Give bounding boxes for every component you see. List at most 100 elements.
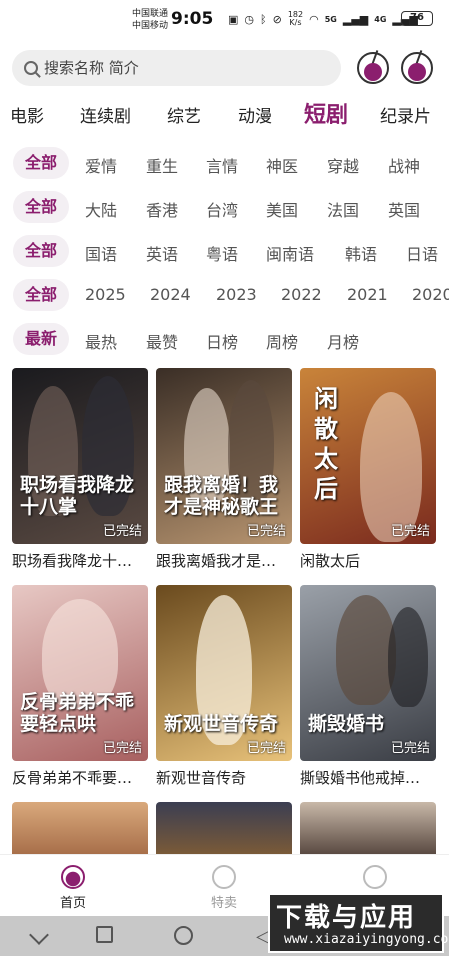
sort-item[interactable]: 最赞 xyxy=(146,329,178,353)
mute-icon: ⊘ xyxy=(272,12,282,26)
filter-year-item[interactable]: 2022 xyxy=(281,285,322,304)
nfc-icon: ▣ xyxy=(228,12,239,26)
system-home-icon[interactable] xyxy=(174,926,193,945)
drama-card[interactable]: 职场看我降龙十八掌 已完结 职场看我降龙十… xyxy=(12,368,148,571)
tab-movie[interactable]: 电影 xyxy=(10,102,44,127)
filter-year-item[interactable]: 2021 xyxy=(347,285,388,304)
card-title[interactable]: 闲散太后 xyxy=(300,550,436,571)
watermark-url: www.xiazaiyingyong.com xyxy=(284,932,449,947)
filter-type-item[interactable]: 言情 xyxy=(206,153,238,177)
nav-sale[interactable]: 特卖 xyxy=(194,865,254,911)
sort-latest[interactable]: 最新 xyxy=(13,323,70,355)
filter-language-item[interactable]: 国语 xyxy=(85,241,117,265)
recent-watch-icon[interactable] xyxy=(401,50,433,84)
filter-region-all[interactable]: 全部 xyxy=(13,191,70,223)
status-badge: 已完结 xyxy=(102,741,142,756)
sort-item[interactable]: 日榜 xyxy=(206,329,238,353)
card-title[interactable]: 撕毁婚书他戒掉… xyxy=(300,767,436,788)
filter-year-item[interactable]: 2020 xyxy=(412,285,449,304)
network-speed: 182 K/s xyxy=(287,10,304,27)
tab-documentary[interactable]: 纪录片 xyxy=(380,102,431,127)
poster-image-partial[interactable] xyxy=(300,802,436,854)
poster-image[interactable]: 撕毁婚书 已完结 xyxy=(300,585,436,761)
drama-card[interactable]: 闲散太后 已完结 闲散太后 xyxy=(300,368,436,571)
carrier-info: 中国联通 中国移动 xyxy=(132,8,168,32)
history-icon[interactable] xyxy=(357,50,389,84)
system-recents-icon[interactable] xyxy=(96,926,113,943)
filter-row-year: 全部 2025 2024 2023 2022 2021 2020 xyxy=(0,278,449,312)
status-badge: 已完结 xyxy=(246,524,286,539)
search-bar[interactable] xyxy=(12,50,341,86)
poster-image[interactable]: 跟我离婚！我才是神秘歌王 已完结 xyxy=(156,368,292,544)
status-bar: 中国联通 中国移动 9:05 ▣ ◷ ᛒ ⊘ 182 K/s ◠ 5G ▂▄▆ … xyxy=(0,0,449,38)
clock: 9:05 xyxy=(171,9,214,29)
filter-year-item[interactable]: 2025 xyxy=(85,285,126,304)
filter-language-item[interactable]: 粤语 xyxy=(206,241,238,265)
filter-year-item[interactable]: 2023 xyxy=(216,285,257,304)
poster-title: 跟我离婚！我才是神秘歌王 xyxy=(164,474,279,518)
filter-type-item[interactable]: 神医 xyxy=(266,153,298,177)
drama-card[interactable]: 撕毁婚书 已完结 撕毁婚书他戒掉… xyxy=(300,585,436,788)
nav-home-label: 首页 xyxy=(59,896,86,911)
status-badge: 已完结 xyxy=(102,524,142,539)
home-icon xyxy=(61,865,85,889)
filter-language-item[interactable]: 日语 xyxy=(406,241,438,265)
filter-year-item[interactable]: 2024 xyxy=(150,285,191,304)
system-back-icon[interactable] xyxy=(29,925,49,945)
filter-region-item[interactable]: 台湾 xyxy=(206,197,238,221)
filter-region-item[interactable]: 法国 xyxy=(327,197,359,221)
filter-region-item[interactable]: 大陆 xyxy=(85,197,117,221)
filter-type-all[interactable]: 全部 xyxy=(13,147,70,179)
drama-card[interactable]: 跟我离婚！我才是神秘歌王 已完结 跟我离婚我才是… xyxy=(156,368,292,571)
tab-series[interactable]: 连续剧 xyxy=(80,102,131,127)
sort-item[interactable]: 最热 xyxy=(85,329,117,353)
card-title[interactable]: 职场看我降龙十… xyxy=(12,550,148,571)
poster-image-partial[interactable] xyxy=(156,802,292,854)
poster-image[interactable]: 反骨弟弟不乖要轻点哄 已完结 xyxy=(12,585,148,761)
filter-language-item[interactable]: 闽南语 xyxy=(266,241,314,265)
signal-4g: 4G xyxy=(374,14,387,24)
watermark-logo: 下载与应用 www.xiazaiyingyong.com xyxy=(268,893,449,953)
filter-region-item[interactable]: 美国 xyxy=(266,197,298,221)
filter-row-region: 全部 大陆 香港 台湾 美国 法国 英国 xyxy=(0,190,449,224)
status-badge: 已完结 xyxy=(246,741,286,756)
filter-language-item[interactable]: 英语 xyxy=(146,241,178,265)
tab-variety[interactable]: 综艺 xyxy=(167,102,201,127)
card-title[interactable]: 跟我离婚我才是… xyxy=(156,550,292,571)
poster-image[interactable]: 新观世音传奇 已完结 xyxy=(156,585,292,761)
card-title[interactable]: 反骨弟弟不乖要… xyxy=(12,767,148,788)
poster-image[interactable]: 职场看我降龙十八掌 已完结 xyxy=(12,368,148,544)
filter-language-item[interactable]: 韩语 xyxy=(345,241,377,265)
filter-type-item[interactable]: 爱情 xyxy=(85,153,117,177)
filter-language-all[interactable]: 全部 xyxy=(13,235,70,267)
filter-region-item[interactable]: 香港 xyxy=(146,197,178,221)
drama-card[interactable]: 反骨弟弟不乖要轻点哄 已完结 反骨弟弟不乖要… xyxy=(12,585,148,788)
drama-card[interactable]: 新观世音传奇 已完结 新观世音传奇 xyxy=(156,585,292,788)
card-title[interactable]: 新观世音传奇 xyxy=(156,767,292,788)
filter-row-language: 全部 国语 英语 粤语 闽南语 韩语 日语 xyxy=(0,234,449,268)
poster-title: 闲散太后 xyxy=(314,384,338,503)
signal-bars-icon: ▂▄▆ xyxy=(342,12,369,26)
filter-type-item[interactable]: 重生 xyxy=(146,153,178,177)
status-badge: 已完结 xyxy=(390,524,430,539)
poster-image[interactable]: 闲散太后 已完结 xyxy=(300,368,436,544)
filter-row-type: 全部 爱情 重生 言情 神医 穿越 战神 xyxy=(0,146,449,180)
carrier-1: 中国联通 xyxy=(132,9,169,19)
filter-region-item[interactable]: 英国 xyxy=(388,197,420,221)
sort-item[interactable]: 周榜 xyxy=(266,329,298,353)
nav-home[interactable]: 首页 xyxy=(43,865,103,911)
tab-anime[interactable]: 动漫 xyxy=(238,102,272,127)
filter-year-all[interactable]: 全部 xyxy=(13,279,70,311)
filter-type-item[interactable]: 穿越 xyxy=(327,153,359,177)
category-tabs: 电影 连续剧 综艺 动漫 短剧 纪录片 xyxy=(0,96,449,130)
battery-indicator: 76 xyxy=(401,11,433,26)
sort-item[interactable]: 月榜 xyxy=(327,329,359,353)
status-icons: ▣ ◷ ᛒ ⊘ 182 K/s ◠ 5G ▂▄▆ 4G ▂▄▆ xyxy=(228,11,418,27)
poster-image-partial[interactable] xyxy=(12,802,148,854)
carrier-2: 中国移动 xyxy=(132,21,169,31)
tab-short-drama[interactable]: 短剧 xyxy=(304,97,348,129)
filter-type-item[interactable]: 战神 xyxy=(388,153,420,177)
bluetooth-icon: ᛒ xyxy=(260,12,267,26)
search-input[interactable] xyxy=(44,59,294,77)
signal-5g: 5G xyxy=(324,14,337,24)
